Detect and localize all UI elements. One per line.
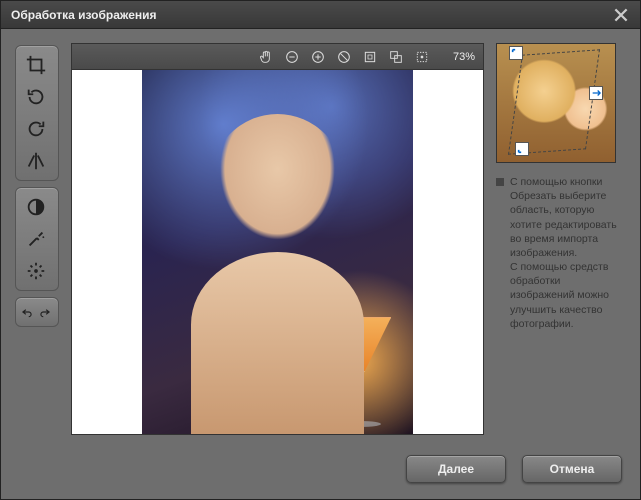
crop-handle-r[interactable] bbox=[589, 86, 603, 100]
layers-icon[interactable] bbox=[387, 48, 405, 66]
bullet-icon bbox=[496, 178, 504, 186]
fit-icon[interactable] bbox=[361, 48, 379, 66]
zoom-level: 73% bbox=[445, 51, 475, 63]
history-tools bbox=[15, 297, 59, 327]
crop-tool[interactable] bbox=[19, 50, 53, 80]
canvas-toolbar: 73% bbox=[71, 43, 484, 69]
dialog-content: 73% bbox=[1, 29, 640, 449]
auto-fix-tool[interactable] bbox=[19, 224, 53, 254]
crop-marquee[interactable] bbox=[508, 49, 600, 154]
redeye-tool[interactable] bbox=[19, 256, 53, 286]
rotate-right-tool[interactable] bbox=[19, 82, 53, 112]
hand-icon[interactable] bbox=[257, 48, 275, 66]
next-button[interactable]: Далее bbox=[406, 455, 506, 483]
flip-tool[interactable] bbox=[19, 146, 53, 176]
reset-icon[interactable] bbox=[335, 48, 353, 66]
zoom-out-icon[interactable] bbox=[283, 48, 301, 66]
help-text: С помощью кнопки Обрезать выберите облас… bbox=[510, 175, 626, 331]
transform-tools bbox=[15, 45, 59, 181]
undo-button[interactable] bbox=[19, 301, 35, 323]
crop-handle-bl[interactable] bbox=[515, 142, 529, 156]
dialog-title: Обработка изображения bbox=[11, 8, 612, 22]
glass-graphic bbox=[331, 317, 391, 427]
contrast-tool[interactable] bbox=[19, 192, 53, 222]
titlebar: Обработка изображения bbox=[1, 1, 640, 29]
zoom-in-icon[interactable] bbox=[309, 48, 327, 66]
left-toolbar bbox=[15, 43, 59, 435]
footer: Далее Отмена bbox=[1, 449, 640, 499]
crop-handle-tl[interactable] bbox=[509, 46, 523, 60]
image-processing-dialog: Обработка изображения bbox=[0, 0, 641, 500]
crop-thumbnail[interactable] bbox=[496, 43, 616, 163]
cancel-button[interactable]: Отмена bbox=[522, 455, 622, 483]
actual-size-icon[interactable] bbox=[413, 48, 431, 66]
adjust-tools bbox=[15, 187, 59, 291]
redo-button[interactable] bbox=[37, 301, 53, 323]
right-panel: С помощью кнопки Обрезать выберите облас… bbox=[496, 43, 626, 435]
rotate-left-tool[interactable] bbox=[19, 114, 53, 144]
photo-preview bbox=[142, 70, 413, 434]
canvas-area: 73% bbox=[71, 43, 484, 435]
close-icon[interactable] bbox=[612, 6, 630, 24]
canvas[interactable] bbox=[71, 69, 484, 435]
help-text-block: С помощью кнопки Обрезать выберите облас… bbox=[496, 175, 626, 331]
